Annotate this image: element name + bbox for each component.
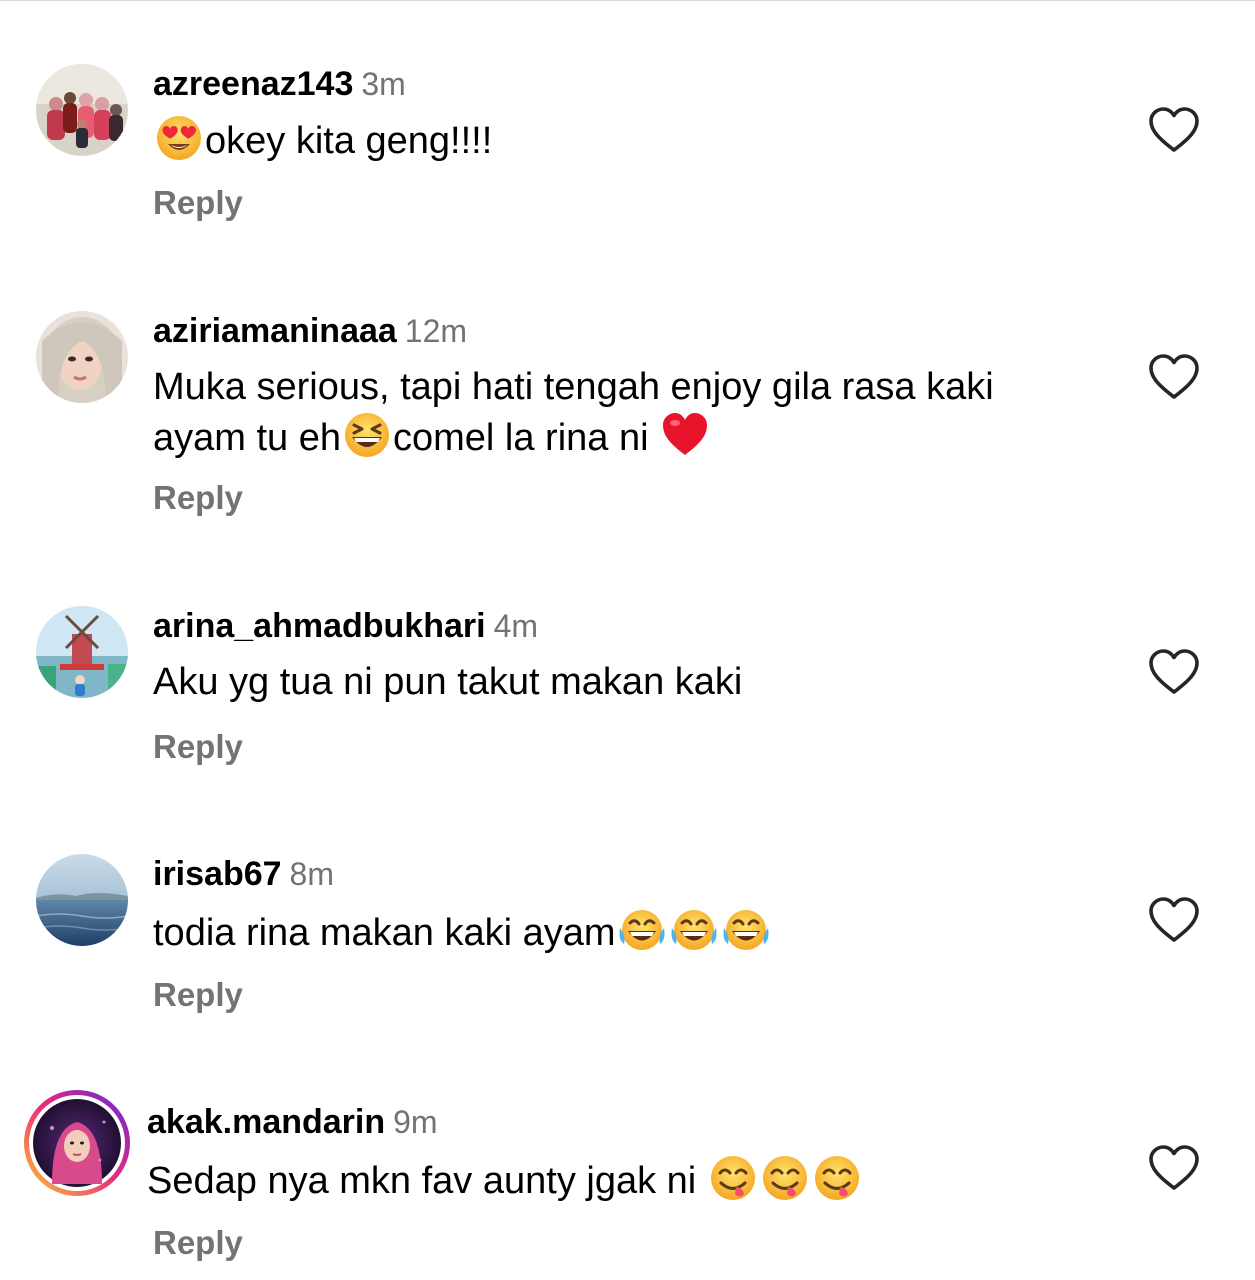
red-heart-emoji-icon <box>661 411 709 459</box>
comment-text: Sedap nya mkn fav aunty jgak ni <box>147 1154 1107 1205</box>
tears-of-joy-emoji-icon <box>722 906 770 954</box>
tears-of-joy-emoji-icon <box>618 906 666 954</box>
like-button[interactable] <box>1148 896 1200 944</box>
windmill-park-avatar-icon <box>36 606 128 698</box>
woman-hijab-avatar-icon <box>36 311 128 403</box>
face-savoring-food-emoji-icon <box>761 1154 809 1202</box>
avatar[interactable] <box>36 854 128 946</box>
reply-button[interactable]: Reply <box>153 1224 243 1262</box>
heart-outline-icon <box>1149 649 1199 694</box>
comment-text: Muka serious, tapi hati tengah enjoy gil… <box>153 363 1113 462</box>
like-button[interactable] <box>1148 648 1200 696</box>
face-savoring-food-emoji-icon <box>813 1154 861 1202</box>
username[interactable]: akak.mandarin <box>147 1103 385 1141</box>
heart-outline-icon <box>1149 354 1199 399</box>
username[interactable]: azreenaz143 <box>153 65 353 103</box>
like-button[interactable] <box>1148 106 1200 154</box>
tears-of-joy-emoji-icon <box>670 906 718 954</box>
heart-outline-icon <box>1149 897 1199 942</box>
timestamp: 12m <box>404 313 468 349</box>
username[interactable]: irisab67 <box>153 855 282 893</box>
timestamp: 9m <box>393 1104 438 1140</box>
heart-outline-icon <box>1149 1145 1199 1190</box>
avatar[interactable] <box>22 1088 132 1198</box>
family-photo-avatar-icon <box>36 64 128 156</box>
comment-text-content: todia rina makan kaki ayam <box>153 912 616 954</box>
comment-text: okey kita geng!!!! <box>153 114 1113 165</box>
reply-button[interactable]: Reply <box>153 728 243 766</box>
comment-meta: azreenaz143 3m <box>153 64 406 104</box>
timestamp: 3m <box>361 66 406 102</box>
comment-text: Aku yg tua ni pun takut makan kaki <box>153 661 743 703</box>
avatar[interactable] <box>36 606 128 698</box>
comment-text-fragment: comel la rina ni <box>393 417 660 459</box>
comment-text: todia rina makan kaki ayam <box>153 906 1113 957</box>
reply-button[interactable]: Reply <box>153 184 243 222</box>
timestamp: 8m <box>289 856 334 892</box>
face-savoring-food-emoji-icon <box>709 1154 757 1202</box>
comment-text-content: okey kita geng!!!! <box>205 120 493 162</box>
comment-text-fragment: ayam tu eh <box>153 417 341 459</box>
top-divider <box>0 0 1255 1</box>
heart-eyes-emoji-icon <box>155 114 203 162</box>
username[interactable]: arina_ahmadbukhari <box>153 607 486 645</box>
timestamp: 4m <box>493 608 539 644</box>
like-button[interactable] <box>1148 1144 1200 1192</box>
comment-text-content: Sedap nya mkn fav aunty jgak ni <box>147 1160 707 1202</box>
sea-landscape-avatar-icon <box>36 854 128 946</box>
woman-pink-hijab-story-avatar-icon <box>24 1090 130 1196</box>
comment-text-line: ayam tu eh comel la rina ni <box>153 411 1113 462</box>
comment-meta: arina_ahmadbukhari 4m <box>153 606 538 646</box>
heart-outline-icon <box>1149 107 1199 152</box>
comment-meta: aziriamaninaaa 12m <box>153 311 467 351</box>
comment-text-line: Muka serious, tapi hati tengah enjoy gil… <box>153 366 994 408</box>
avatar[interactable] <box>36 64 128 156</box>
reply-button[interactable]: Reply <box>153 479 243 517</box>
grinning-squinting-emoji-icon <box>343 411 391 459</box>
reply-button[interactable]: Reply <box>153 976 243 1014</box>
like-button[interactable] <box>1148 353 1200 401</box>
comment-meta: irisab67 8m <box>153 854 334 894</box>
username[interactable]: aziriamaninaaa <box>153 312 397 350</box>
avatar[interactable] <box>36 311 128 403</box>
comment-meta: akak.mandarin 9m <box>147 1102 438 1142</box>
